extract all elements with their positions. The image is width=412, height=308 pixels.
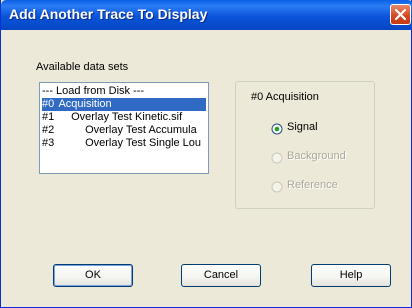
window-title: Add Another Trace To Display — [9, 6, 208, 22]
close-icon — [394, 8, 407, 21]
radio-reference[interactable]: Reference — [271, 179, 371, 193]
list-item-overlay-kinetic[interactable]: #1 Overlay Test Kinetic.sif — [42, 111, 182, 124]
help-button[interactable]: Help — [311, 264, 391, 287]
radio-label: Reference — [287, 179, 338, 191]
datasets-listbox[interactable]: --- Load from Disk --- #0 Acquisition #1… — [39, 82, 209, 174]
list-item-label: --- Load from Disk --- — [42, 85, 145, 97]
list-item-label: Overlay Test Single Lou — [85, 137, 202, 149]
list-item-acquisition[interactable]: #0 Acquisition — [42, 98, 206, 111]
radio-unchecked-icon — [271, 151, 283, 164]
list-item-label: Overlay Test Accumula — [85, 124, 197, 136]
add-trace-dialog: Add Another Trace To Display Available d… — [0, 0, 412, 308]
trace-type-group: #0 Acquisition Signal Background Referen… — [235, 81, 375, 209]
close-button[interactable] — [390, 4, 411, 25]
datasets-label: Available data sets — [36, 61, 129, 73]
radio-checked-icon — [271, 122, 283, 135]
list-item-overlay-single[interactable]: #3 Overlay Test Single Lou — [42, 137, 201, 150]
radio-signal[interactable]: Signal — [271, 121, 371, 135]
list-item-overlay-accumulate[interactable]: #2 Overlay Test Accumula — [42, 124, 197, 137]
list-item-number: #1 — [42, 111, 55, 123]
list-item-label: Acquisition — [58, 98, 112, 110]
group-title: #0 Acquisition — [251, 91, 319, 103]
radio-label: Background — [287, 150, 346, 162]
radio-background[interactable]: Background — [271, 150, 371, 164]
list-item-number: #2 — [42, 124, 55, 136]
list-item-number: #3 — [42, 137, 55, 149]
radio-label: Signal — [287, 121, 318, 133]
radio-unchecked-icon — [271, 180, 283, 193]
title-bar[interactable]: Add Another Trace To Display — [1, 0, 412, 30]
list-item-number: #0 — [42, 98, 55, 110]
cancel-button[interactable]: Cancel — [181, 264, 261, 287]
ok-button[interactable]: OK — [53, 264, 133, 287]
list-item-label: Overlay Test Kinetic.sif — [71, 111, 183, 123]
list-item-load-from-disk[interactable]: --- Load from Disk --- — [42, 85, 144, 98]
